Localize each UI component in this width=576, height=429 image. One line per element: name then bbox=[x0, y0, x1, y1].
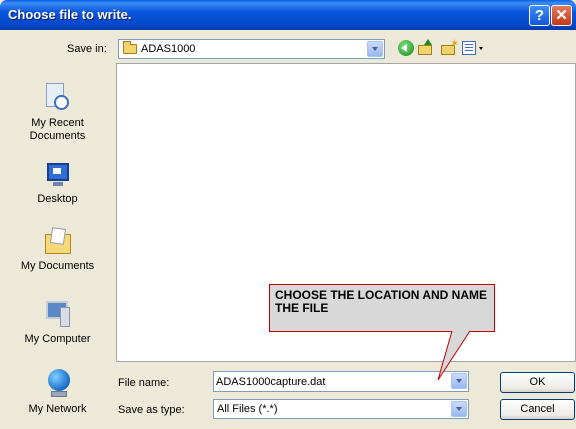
place-my-recent-documents[interactable]: My Recent Documents bbox=[0, 83, 115, 143]
file-save-dialog: Choose file to write. ? ✕ Save in: ADAS1… bbox=[0, 0, 576, 429]
up-folder-icon[interactable] bbox=[418, 39, 434, 56]
save-as-type-label: Save as type: bbox=[118, 404, 185, 416]
chevron-down-icon[interactable] bbox=[367, 41, 383, 57]
place-label: Desktop bbox=[37, 193, 78, 205]
callout-text: CHOOSE THE LOCATION AND NAME THE FILE bbox=[275, 288, 487, 315]
close-button[interactable]: ✕ bbox=[551, 5, 572, 26]
dialog-title: Choose file to write. bbox=[8, 7, 132, 22]
chevron-down-icon[interactable] bbox=[451, 373, 467, 389]
save-as-type-dropdown[interactable]: All Files (*.*) bbox=[213, 399, 469, 419]
place-label: My Network bbox=[28, 403, 87, 415]
folder-icon bbox=[123, 41, 137, 54]
title-bar[interactable]: Choose file to write. ? ✕ bbox=[0, 0, 576, 30]
place-label: My Documents bbox=[20, 260, 95, 272]
place-my-computer[interactable]: My Computer bbox=[0, 299, 115, 346]
place-desktop[interactable]: Desktop bbox=[0, 161, 115, 206]
my-computer-icon bbox=[43, 299, 73, 329]
views-menu-icon[interactable] bbox=[462, 41, 476, 55]
save-as-type-value: All Files (*.*) bbox=[217, 403, 278, 415]
save-in-dropdown[interactable]: ADAS1000 bbox=[118, 39, 385, 59]
save-in-value: ADAS1000 bbox=[141, 43, 196, 55]
place-label: My Recent Documents bbox=[29, 117, 86, 142]
my-documents-icon bbox=[43, 226, 73, 256]
ok-button[interactable]: OK bbox=[500, 372, 575, 393]
annotation-callout: CHOOSE THE LOCATION AND NAME THE FILE bbox=[269, 284, 495, 332]
file-name-input[interactable] bbox=[216, 374, 446, 389]
recent-documents-icon bbox=[44, 83, 72, 113]
place-my-documents[interactable]: My Documents bbox=[0, 226, 115, 273]
file-name-combobox[interactable] bbox=[213, 371, 469, 392]
file-name-label: File name: bbox=[118, 377, 170, 389]
desktop-icon bbox=[44, 161, 72, 189]
cancel-button[interactable]: Cancel bbox=[500, 399, 575, 420]
my-network-icon bbox=[43, 369, 73, 399]
places-bar: My Recent Documents Desktop My Documents… bbox=[0, 63, 115, 429]
new-folder-icon[interactable]: ✶ bbox=[441, 38, 459, 56]
chevron-down-icon[interactable] bbox=[451, 401, 467, 417]
views-dropdown-arrow-icon[interactable] bbox=[479, 47, 483, 50]
place-label: My Computer bbox=[24, 333, 91, 345]
back-icon[interactable] bbox=[398, 40, 414, 56]
save-in-label: Save in: bbox=[67, 43, 107, 55]
place-my-network[interactable]: My Network bbox=[0, 369, 115, 416]
help-button[interactable]: ? bbox=[529, 5, 550, 26]
